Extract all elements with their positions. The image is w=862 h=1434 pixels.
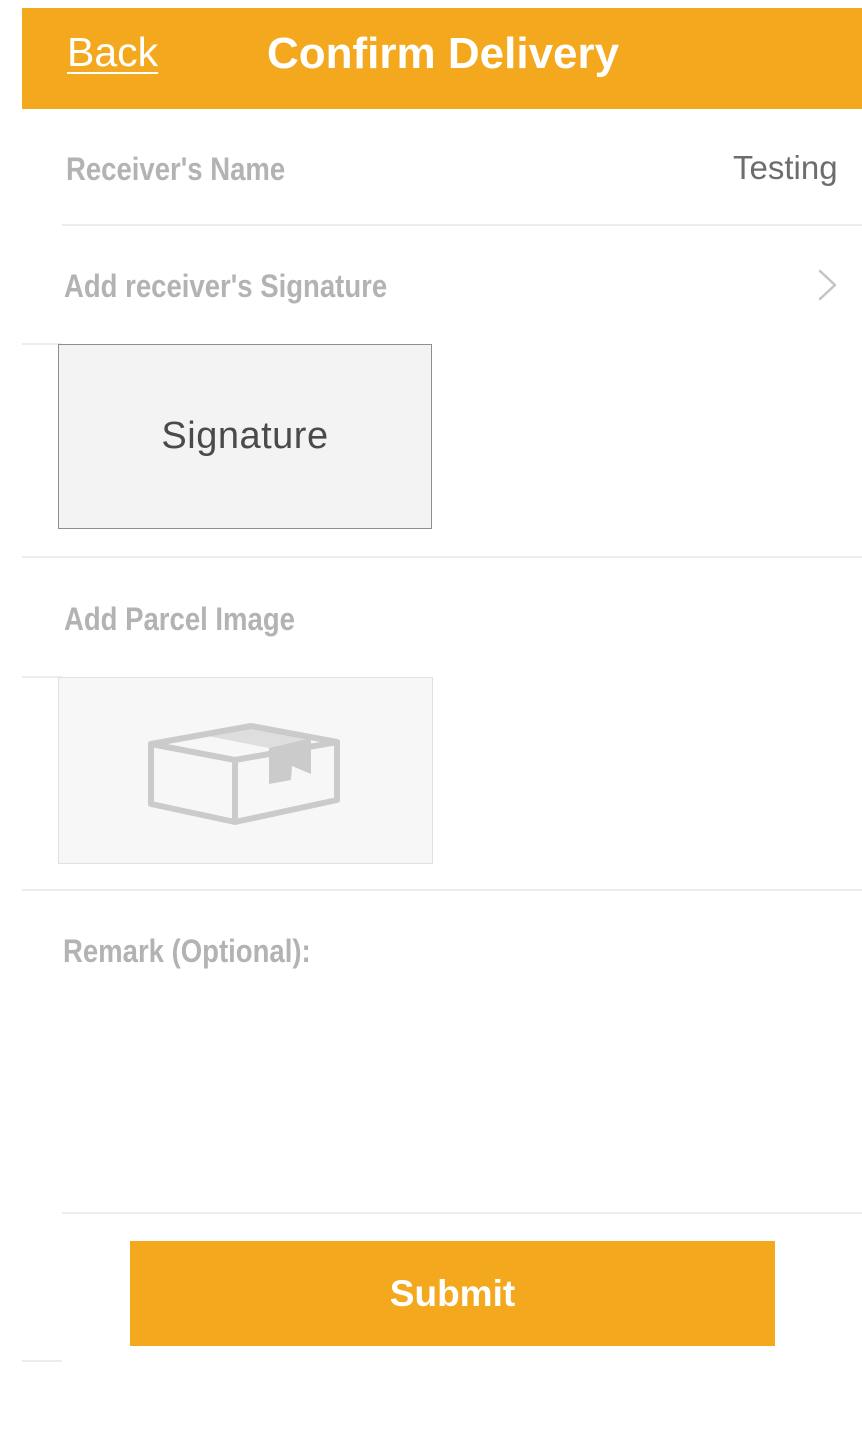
divider [62,224,862,226]
signature-pad[interactable]: Signature [58,344,432,529]
confirm-delivery-screen: Back Confirm Delivery Receiver's Name Te… [0,0,862,1434]
remark-input[interactable] [62,985,862,1214]
signature-label: Add receiver's Signature [64,268,388,304]
parcel-image-picker[interactable] [58,677,433,864]
parcel-image-label: Add Parcel Image [64,601,295,637]
divider [22,889,862,891]
divider [22,556,862,558]
divider [22,343,62,345]
back-button[interactable]: Back [67,28,158,76]
receiver-name-value[interactable]: Testing [733,148,838,188]
remark-label: Remark (Optional): [63,933,311,969]
submit-button[interactable]: Submit [130,1241,775,1346]
signature-placeholder: Signature [161,415,329,457]
parcel-box-icon [148,723,340,825]
navigation-bar: Back Confirm Delivery [22,8,862,109]
divider [22,676,62,678]
divider [22,1360,62,1362]
divider [62,1212,862,1214]
page-title: Confirm Delivery [267,29,620,78]
receiver-name-label: Receiver's Name [66,151,286,187]
chevron-right-icon[interactable] [815,263,841,307]
